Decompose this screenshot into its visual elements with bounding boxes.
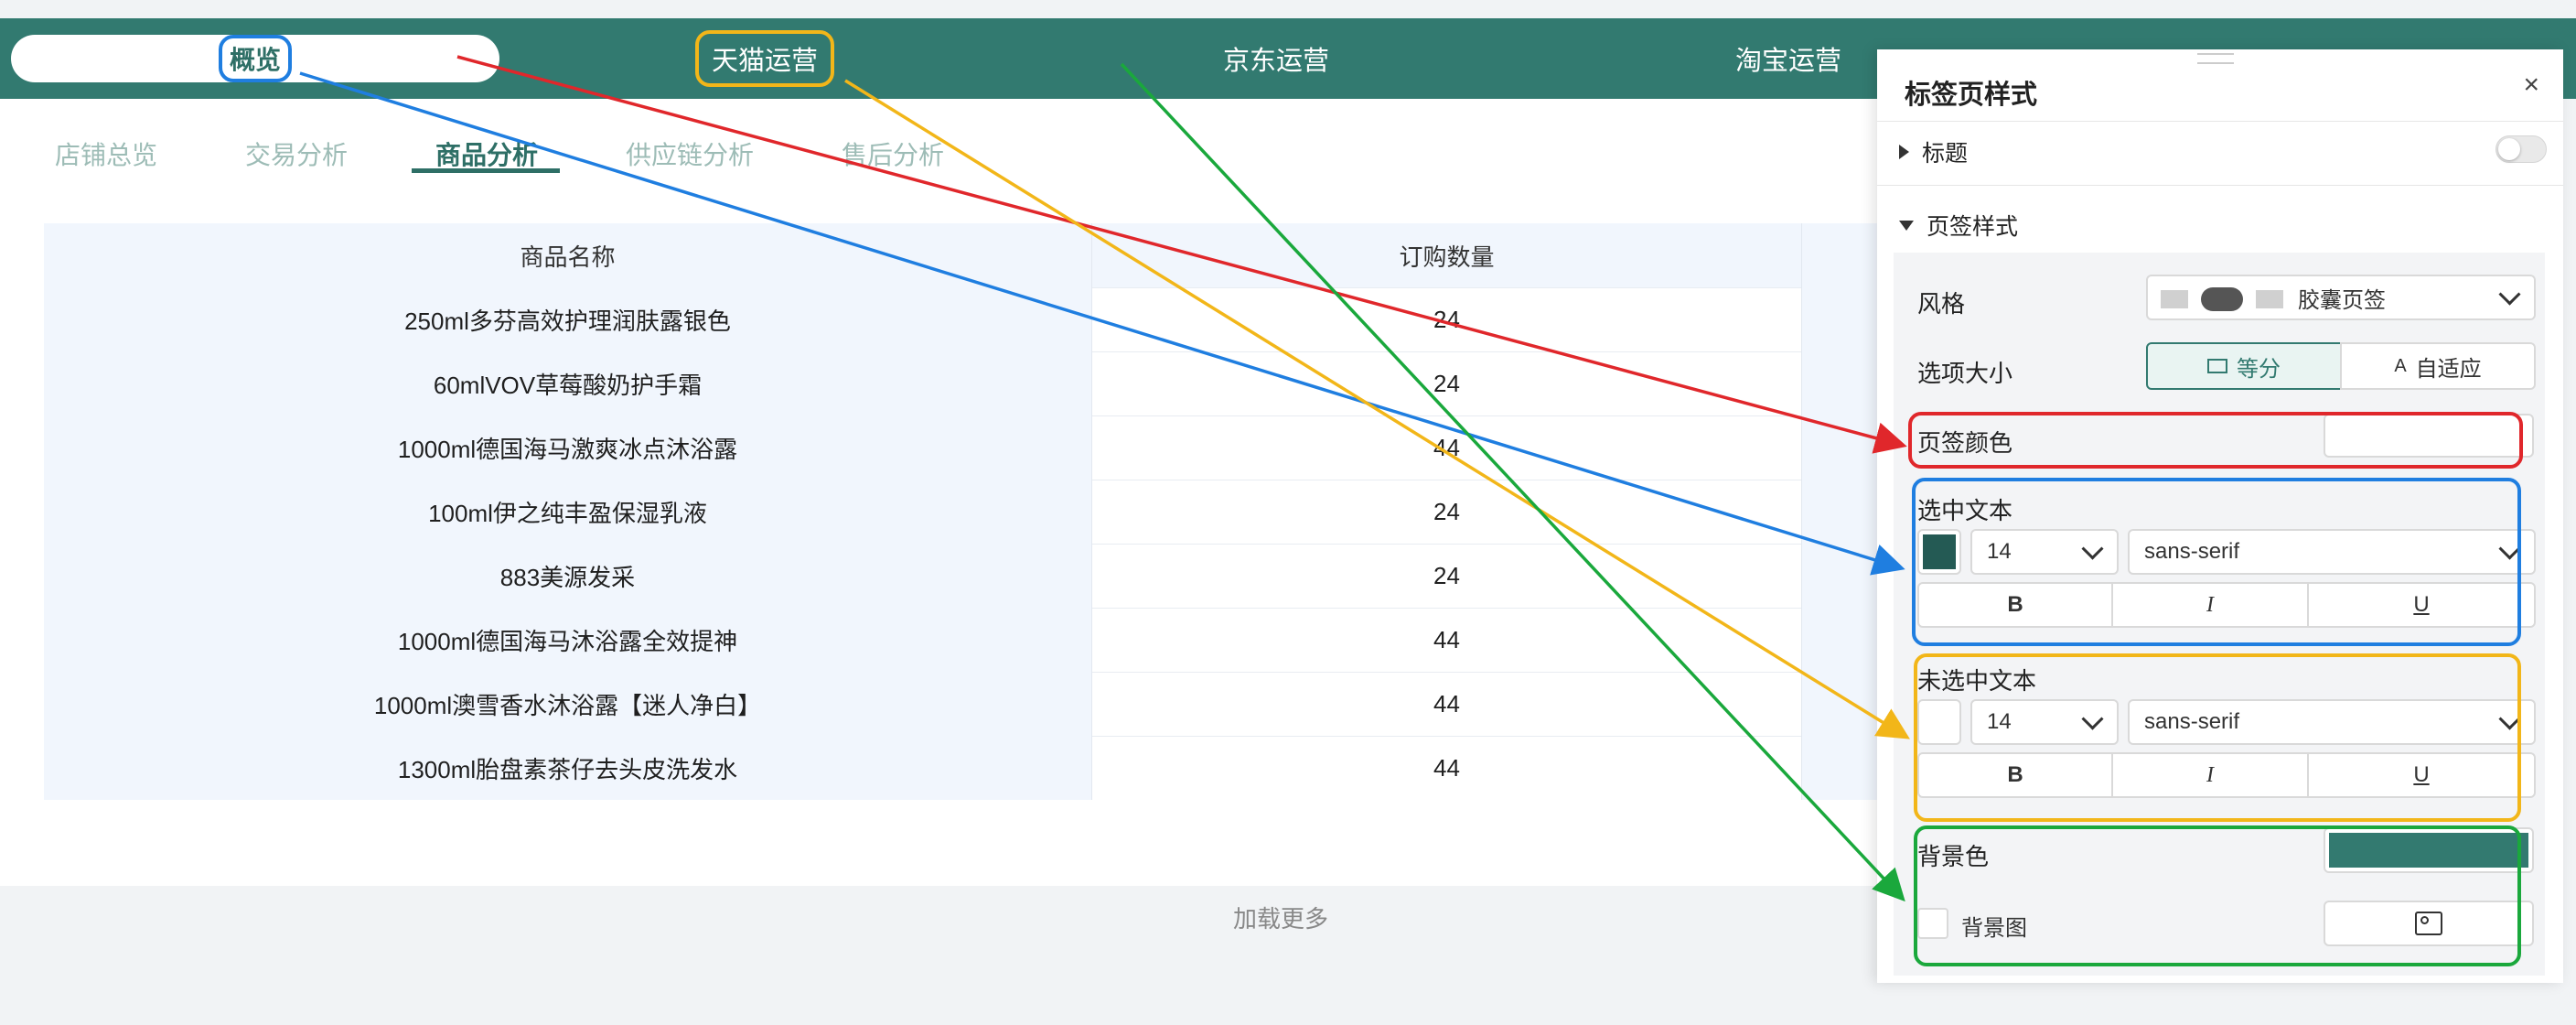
subtab-transaction[interactable]: 交易分析	[245, 135, 348, 172]
cell-order-qty: 44	[1092, 672, 1802, 736]
size-option-label: 自适应	[2415, 356, 2482, 382]
highlight-background	[1914, 825, 2521, 966]
table-header-row: 商品名称 订购数量	[44, 223, 1884, 288]
highlight-selected-text	[1912, 478, 2521, 646]
chevron-down-icon	[2498, 283, 2521, 306]
top-tab-jd[interactable]: 京东运营	[1189, 18, 1363, 99]
cell-extra	[1802, 480, 1884, 544]
cell-extra	[1802, 544, 1884, 608]
style-preview-icon	[2256, 290, 2283, 308]
subtab-store-overview[interactable]: 店铺总览	[55, 135, 157, 172]
table-row: 1000ml德国海马激爽冰点沐浴露 44	[44, 415, 1884, 480]
style-label: 风格	[1917, 290, 1966, 318]
cell-extra	[1802, 415, 1884, 480]
style-preview-icon	[2161, 290, 2188, 308]
drag-handle-icon[interactable]	[2197, 53, 2234, 64]
subtab-after-sales[interactable]: 售后分析	[842, 135, 944, 172]
table-row: 1000ml澳雪香水沐浴露【迷人净白】 44	[44, 672, 1884, 737]
table-row: 250ml多芬高效护理润肤露银色 24	[44, 287, 1884, 352]
adaptive-width-icon: A	[2394, 355, 2407, 376]
cell-product-name: 100ml伊之纯丰盈保湿乳液	[44, 480, 1092, 544]
active-tab-underline	[412, 168, 560, 173]
title-toggle[interactable]	[2496, 135, 2547, 163]
top-tab-label: 天猫运营	[695, 30, 834, 87]
cell-order-qty: 44	[1092, 608, 1802, 672]
style-select[interactable]: 胶囊页签	[2146, 275, 2536, 320]
cell-order-qty: 44	[1092, 415, 1802, 480]
cell-order-qty: 24	[1092, 287, 1802, 351]
divider	[1877, 185, 2563, 186]
section-title[interactable]: 标题	[1899, 135, 1968, 168]
caret-right-icon	[1899, 145, 1909, 159]
table-row: 100ml伊之纯丰盈保湿乳液 24	[44, 480, 1884, 545]
section-tab-style[interactable]: 页签样式	[1899, 209, 2018, 242]
cell-product-name: 1000ml德国海马沐浴露全效提神	[44, 608, 1092, 672]
equal-width-icon	[2207, 359, 2227, 373]
top-tab-label: 京东运营	[1222, 47, 1329, 76]
highlight-unselected-text	[1914, 653, 2521, 822]
cell-order-qty: 24	[1092, 480, 1802, 544]
cell-product-name: 1000ml德国海马激爽冰点沐浴露	[44, 415, 1092, 480]
load-more-link[interactable]: 加载更多	[1189, 901, 1372, 934]
cell-product-name: 883美源发采	[44, 544, 1092, 608]
size-label: 选项大小	[1917, 360, 2013, 387]
cell-extra	[1802, 287, 1884, 351]
caret-down-icon	[1899, 220, 1914, 231]
cell-extra	[1802, 672, 1884, 736]
cell-extra	[1802, 351, 1884, 415]
content-panel: 店铺总览 交易分析 商品分析 供应链分析 售后分析 商品名称 订购数量 250m…	[0, 99, 1884, 933]
size-option-adaptive[interactable]: A 自适应	[2340, 342, 2536, 390]
cell-order-qty: 24	[1092, 351, 1802, 415]
subtab-supply-chain[interactable]: 供应链分析	[626, 135, 754, 172]
top-tab-label: 概览	[218, 35, 292, 82]
subtab-product[interactable]: 商品分析	[435, 135, 538, 172]
cell-product-name: 60mlVOV草莓酸奶护手霜	[44, 351, 1092, 415]
close-icon[interactable]: ×	[2523, 70, 2539, 101]
top-tab-overview[interactable]: 概览	[11, 35, 499, 82]
table-row: 1000ml德国海马沐浴露全效提神 44	[44, 608, 1884, 673]
style-preview-capsule-icon	[2201, 287, 2243, 311]
section-title-label: 标题	[1922, 141, 1969, 167]
top-tab-label: 淘宝运营	[1734, 47, 1841, 76]
header-order-qty[interactable]: 订购数量	[1092, 223, 1802, 287]
panel-title: 标签页样式	[1905, 81, 2038, 110]
header-extra	[1802, 223, 1884, 287]
size-option-equal[interactable]: 等分	[2146, 342, 2342, 390]
style-value: 胶囊页签	[2298, 287, 2386, 313]
top-tab-tmall[interactable]: 天猫运营	[695, 18, 834, 99]
section-tab-style-label: 页签样式	[1927, 214, 2019, 240]
table-row: 60mlVOV草莓酸奶护手霜 24	[44, 351, 1884, 416]
header-product-name[interactable]: 商品名称	[44, 223, 1092, 287]
top-tab-taobao[interactable]: 淘宝运营	[1701, 18, 1875, 99]
table-row: 883美源发采 24	[44, 544, 1884, 609]
cell-order-qty: 44	[1092, 736, 1802, 800]
cell-product-name: 1000ml澳雪香水沐浴露【迷人净白】	[44, 672, 1092, 736]
cell-order-qty: 24	[1092, 544, 1802, 608]
cell-product-name: 250ml多芬高效护理润肤露银色	[44, 287, 1092, 351]
cell-product-name: 1300ml胎盘素茶仔去头皮洗发水	[44, 736, 1092, 800]
table-row: 1300ml胎盘素茶仔去头皮洗发水 44	[44, 736, 1884, 800]
size-option-label: 等分	[2237, 356, 2281, 382]
divider	[1877, 121, 2563, 122]
cell-extra	[1802, 608, 1884, 672]
cell-extra	[1802, 736, 1884, 800]
highlight-tab-color	[1908, 412, 2523, 469]
